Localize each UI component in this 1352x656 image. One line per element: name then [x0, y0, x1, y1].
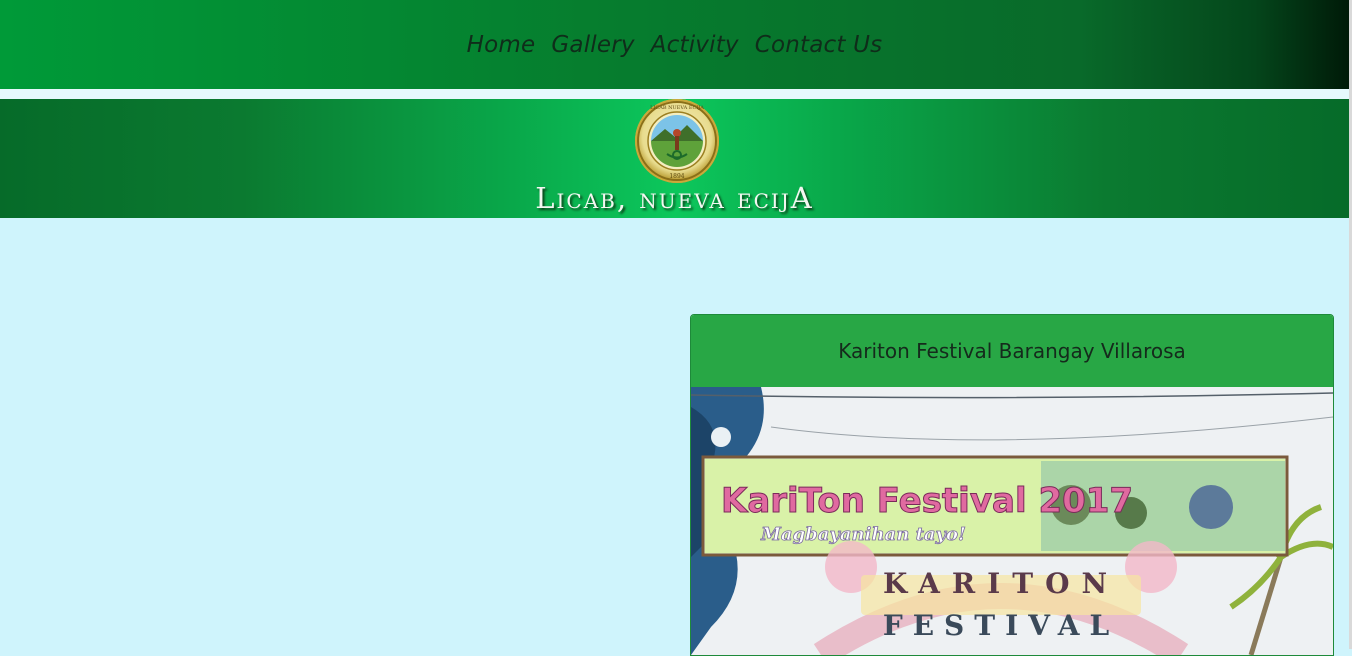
seal-text: LICAB NUEVA ECIJA	[650, 105, 704, 111]
festival-photo-graphic: KariTon Festival 2017 Magbayanihan tayo!…	[691, 387, 1333, 655]
nav-item-home: Home	[467, 32, 536, 58]
seal-graphic: LICAB NUEVA ECIJA 1894	[637, 101, 717, 181]
tarp-subtitle: Magbayanihan tayo!	[760, 524, 966, 545]
nav-link-activity[interactable]: Activity	[651, 32, 739, 58]
hero-banner: LICAB NUEVA ECIJA 1894 Licab, nueva ecij…	[0, 99, 1349, 218]
festival-photo[interactable]: KariTon Festival 2017 Magbayanihan tayo!…	[691, 387, 1333, 655]
header-gap	[0, 89, 1349, 99]
arch-line-2: FESTIVAL	[883, 609, 1119, 642]
banner-title: Licab, nueva ecijA	[535, 181, 814, 215]
seal-year: 1894	[669, 173, 684, 180]
nav-link-contact-us[interactable]: Contact Us	[755, 32, 883, 58]
nav-link-home[interactable]: Home	[467, 32, 536, 58]
arch-line-1: KARITON	[883, 567, 1119, 600]
nav-list: Home Gallery Activity Contact Us	[467, 32, 883, 58]
top-navigation: Home Gallery Activity Contact Us	[0, 0, 1349, 89]
tarp-title: KariTon Festival 2017	[721, 481, 1133, 521]
activity-card: Kariton Festival Barangay Villarosa Kari…	[690, 314, 1334, 656]
municipal-seal-icon: LICAB NUEVA ECIJA 1894	[635, 99, 719, 183]
nav-link-gallery[interactable]: Gallery	[551, 32, 634, 58]
card-title: Kariton Festival Barangay Villarosa	[691, 315, 1333, 387]
nav-item-gallery: Gallery	[551, 32, 634, 58]
nav-item-activity: Activity	[651, 32, 739, 58]
nav-item-contact: Contact Us	[755, 32, 883, 58]
